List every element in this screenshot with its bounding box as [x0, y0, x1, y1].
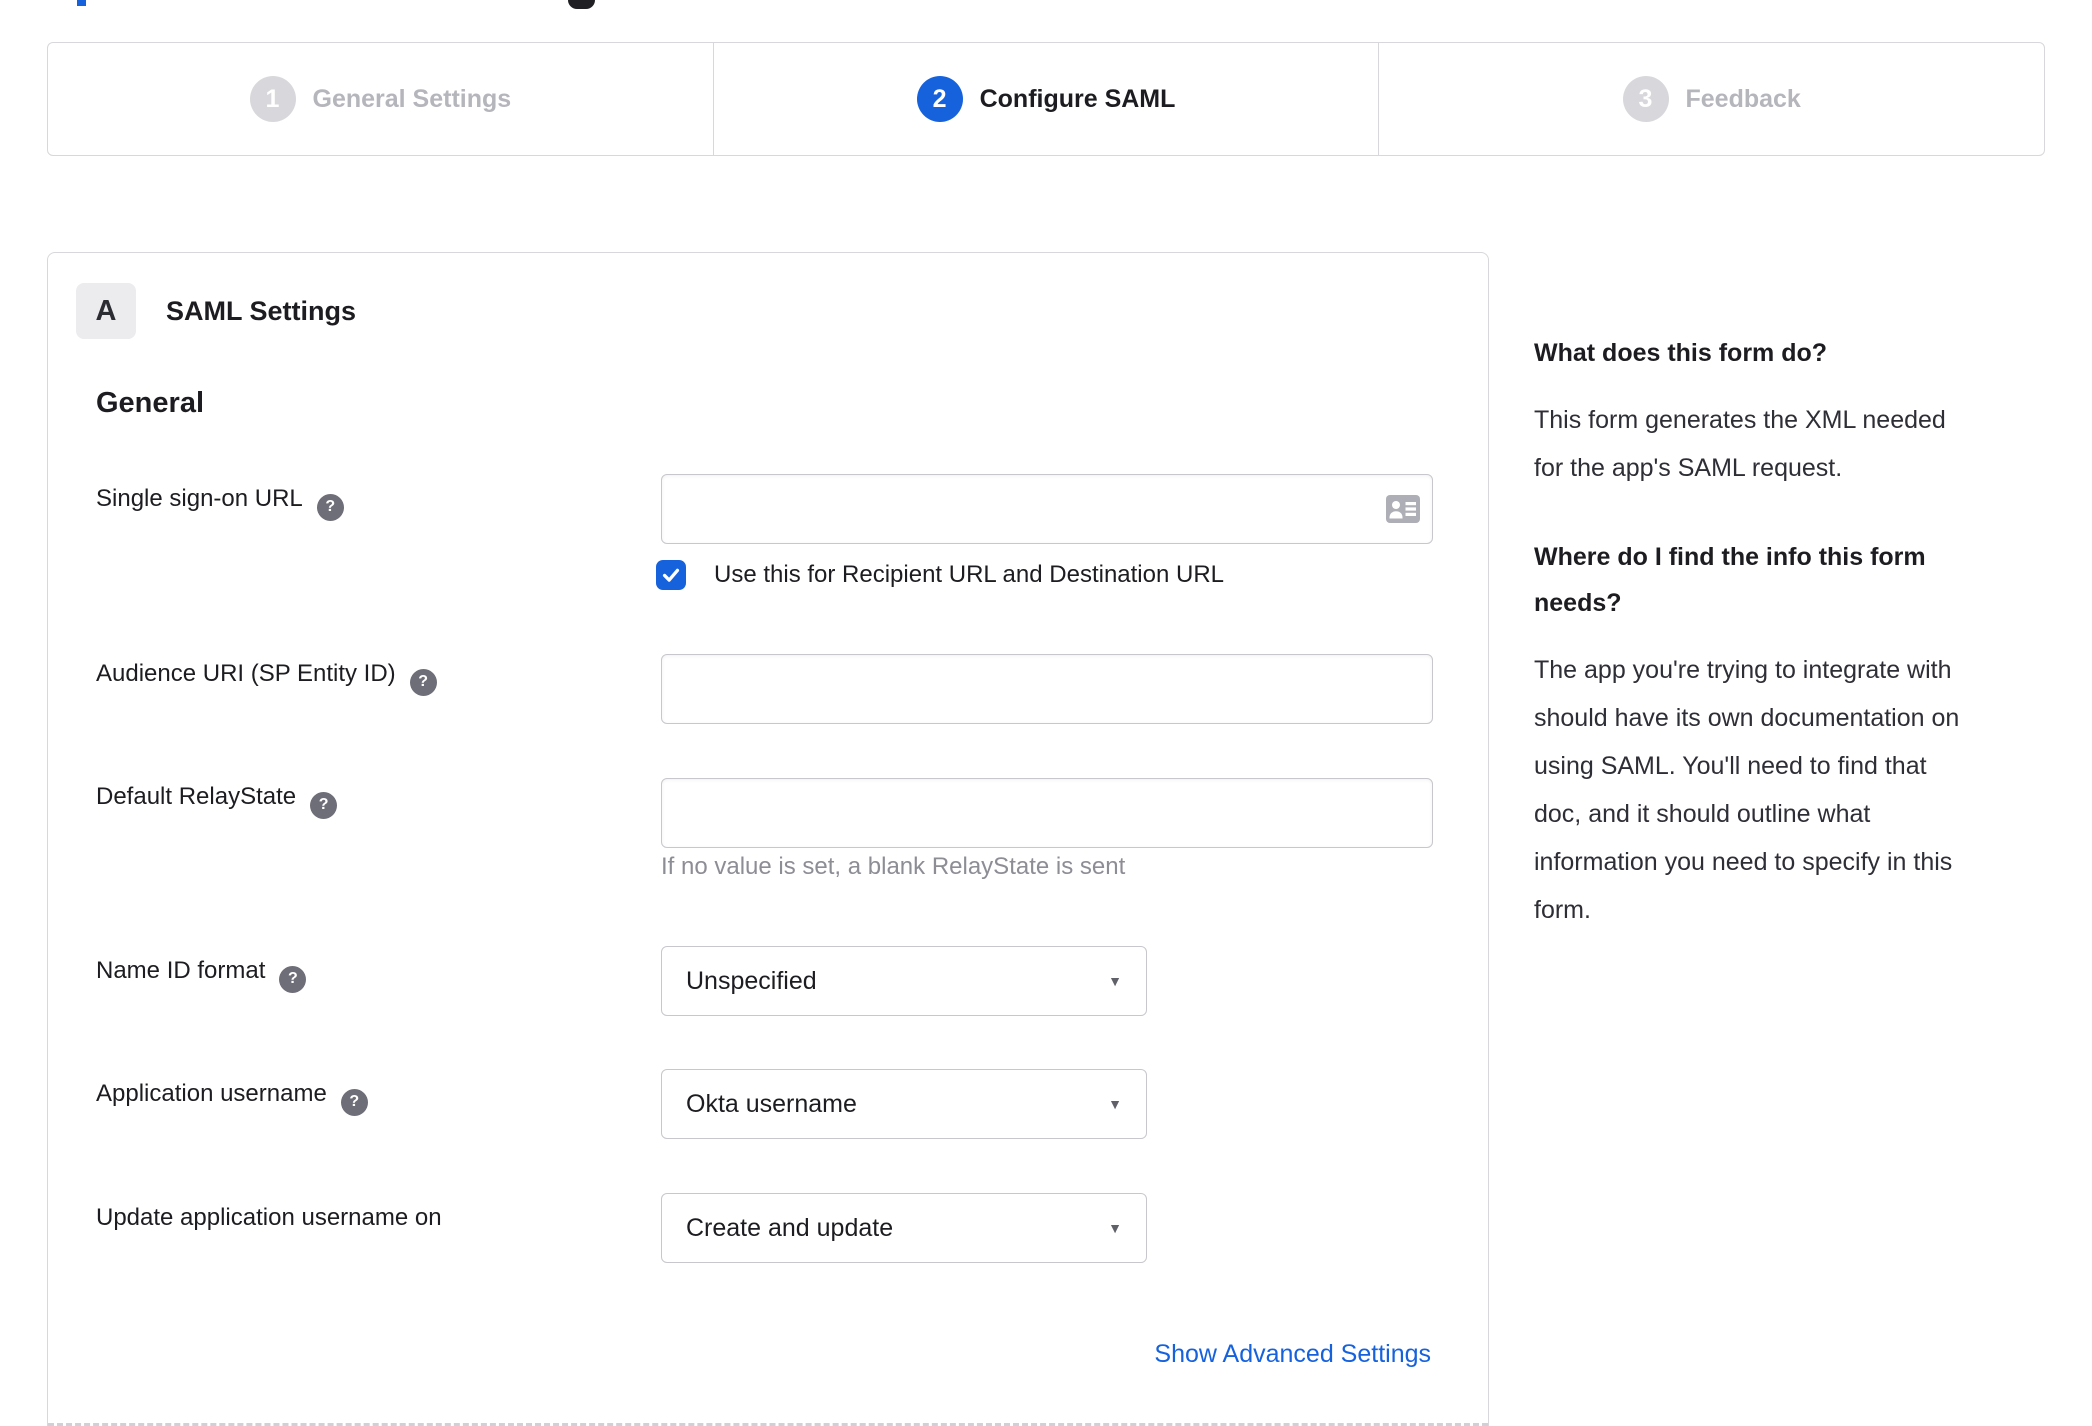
selected-value: Okta username [686, 1089, 857, 1118]
audience-uri-label: Audience URI (SP Entity ID)? [96, 660, 437, 696]
panel-title: SAML Settings [166, 296, 357, 326]
help-heading: Where do I find the info this form needs… [1534, 543, 1926, 617]
step-configure-saml[interactable]: 2 Configure SAML [712, 43, 1379, 155]
application-username-select[interactable]: Okta username ▼ [661, 1069, 1147, 1139]
help-icon[interactable]: ? [279, 965, 307, 993]
audience-uri-input[interactable] [661, 654, 1433, 724]
help-section: Where do I find the info this form needs… [1534, 534, 2064, 934]
relay-state-input[interactable] [661, 778, 1433, 848]
help-section: What does this form do? This form genera… [1534, 330, 2064, 492]
step-label: General Settings [312, 84, 512, 113]
help-icon[interactable]: ? [310, 791, 338, 819]
help-icon[interactable]: ? [340, 1088, 368, 1116]
help-icon[interactable]: ? [316, 493, 344, 521]
help-heading: What does this form do? [1534, 339, 1828, 367]
step-label: Feedback [1685, 84, 1801, 113]
sso-url-input[interactable] [661, 474, 1433, 544]
recipient-url-checkbox-row: Use this for Recipient URL and Destinati… [656, 560, 1224, 590]
application-username-label: Application username? [96, 1080, 368, 1116]
dropdown-arrow-icon: ▼ [1108, 1220, 1122, 1236]
section-a-badge: A [76, 283, 136, 339]
step-feedback[interactable]: 3 Feedback [1378, 43, 2044, 155]
update-username-label: Update application username on [96, 1204, 442, 1231]
dropdown-arrow-icon: ▼ [1108, 973, 1122, 989]
checkmark-icon [662, 568, 680, 582]
step-label: Configure SAML [979, 84, 1176, 113]
dropdown-arrow-icon: ▼ [1108, 1096, 1122, 1112]
step-number-badge: 1 [249, 76, 296, 122]
selected-value: Create and update [686, 1213, 894, 1242]
recipient-url-checkbox-label: Use this for Recipient URL and Destinati… [714, 561, 1225, 588]
step-number-badge: 3 [1622, 76, 1669, 122]
help-body: The app you're trying to integrate with … [1534, 656, 1960, 924]
relay-state-label: Default RelayState? [96, 783, 338, 819]
update-username-select[interactable]: Create and update ▼ [661, 1193, 1147, 1263]
name-id-format-label: Name ID format? [96, 957, 307, 993]
name-id-format-select[interactable]: Unspecified ▼ [661, 946, 1147, 1016]
cut-off-blue-fragment [77, 0, 86, 6]
help-icon[interactable]: ? [409, 668, 437, 696]
relay-state-hint: If no value is set, a blank RelayState i… [661, 853, 1126, 880]
general-section-heading: General [96, 387, 204, 419]
sso-url-label: Single sign-on URL? [96, 485, 344, 521]
wizard-stepper: 1 General Settings 2 Configure SAML 3 Fe… [47, 42, 2045, 156]
step-general-settings[interactable]: 1 General Settings [48, 43, 713, 155]
recipient-url-checkbox[interactable] [656, 560, 686, 590]
show-advanced-settings-link[interactable]: Show Advanced Settings [1154, 1340, 1431, 1369]
step-number-badge: 2 [916, 76, 963, 122]
cut-off-app-logo-fragment [568, 0, 595, 9]
saml-settings-panel: A SAML Settings General Single sign-on U… [47, 252, 1489, 1426]
selected-value: Unspecified [686, 966, 817, 995]
help-body: This form generates the XML needed for t… [1534, 406, 1946, 482]
help-sidebar: What does this form do? This form genera… [1534, 330, 2064, 934]
